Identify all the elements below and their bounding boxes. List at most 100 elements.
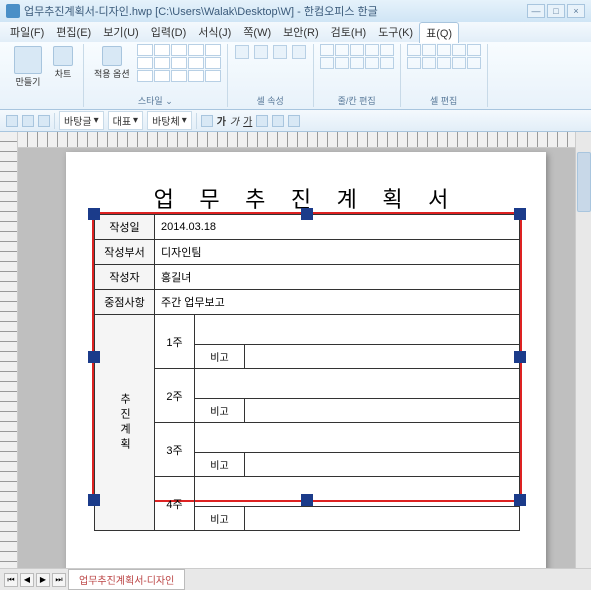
rowcol-btn[interactable]	[335, 44, 349, 56]
celledit-btn[interactable]	[452, 57, 466, 69]
font-name-select[interactable]: 바탕체 ▾	[147, 111, 192, 130]
celledit-btn[interactable]	[407, 44, 421, 56]
row-author-label[interactable]: 작성자	[95, 265, 155, 290]
cell[interactable]	[245, 507, 520, 531]
rowcol-btn[interactable]	[365, 44, 379, 56]
menu-tools[interactable]: 도구(K)	[372, 22, 419, 42]
style-cell[interactable]	[137, 44, 153, 56]
resize-handle-bm[interactable]	[301, 494, 313, 506]
note-label[interactable]: 비고	[195, 345, 245, 369]
style-cell[interactable]	[205, 57, 221, 69]
style-cell[interactable]	[154, 44, 170, 56]
table-create-button[interactable]: 만들기	[10, 44, 46, 90]
style-cell[interactable]	[154, 70, 170, 82]
style-cell[interactable]	[188, 57, 204, 69]
style-apply-button[interactable]: 적용 옵션	[90, 44, 134, 82]
cell-prop-button[interactable]	[292, 45, 306, 59]
menu-review[interactable]: 검토(H)	[325, 22, 373, 42]
scrollbar-thumb[interactable]	[577, 152, 591, 212]
menu-page[interactable]: 쪽(W)	[237, 22, 277, 42]
celledit-btn[interactable]	[452, 44, 466, 56]
tab-nav-prev[interactable]: ◀	[20, 573, 34, 587]
cell-prop-button[interactable]	[254, 45, 268, 59]
cell[interactable]	[195, 477, 520, 507]
resize-handle-br[interactable]	[514, 494, 526, 506]
menu-input[interactable]: 입력(D)	[145, 22, 193, 42]
rowcol-btn[interactable]	[320, 44, 334, 56]
rowcol-btn[interactable]	[350, 44, 364, 56]
week-4[interactable]: 4주	[155, 477, 195, 531]
cell[interactable]	[245, 399, 520, 423]
resize-handle-tl[interactable]	[88, 208, 100, 220]
cell[interactable]	[195, 369, 520, 399]
celledit-btn[interactable]	[422, 57, 436, 69]
celledit-btn[interactable]	[407, 57, 421, 69]
resize-handle-tm[interactable]	[301, 208, 313, 220]
week-3[interactable]: 3주	[155, 423, 195, 477]
rowcol-btn[interactable]	[350, 57, 364, 69]
resize-handle-bl[interactable]	[88, 494, 100, 506]
row-dept-label[interactable]: 작성부서	[95, 240, 155, 265]
table-style-gallery[interactable]	[137, 44, 221, 82]
row-focus-value[interactable]: 주간 업무보고	[155, 290, 520, 315]
row-date-value[interactable]: 2014.03.18	[155, 215, 520, 240]
row-author-value[interactable]: 홍길녀	[155, 265, 520, 290]
style-cell[interactable]	[137, 57, 153, 69]
document-tab[interactable]: 업무추진계획서-디자인	[68, 569, 185, 590]
tb-icon[interactable]	[22, 115, 34, 127]
menu-table[interactable]: 표(Q)	[419, 22, 459, 43]
week-1[interactable]: 1주	[155, 315, 195, 369]
style-cell[interactable]	[205, 44, 221, 56]
tb-icon[interactable]	[256, 115, 268, 127]
menu-edit[interactable]: 편집(E)	[50, 22, 97, 42]
celledit-btn[interactable]	[467, 57, 481, 69]
tb-icon[interactable]	[38, 115, 50, 127]
note-label[interactable]: 비고	[195, 399, 245, 423]
resize-handle-tr[interactable]	[514, 208, 526, 220]
para-style-select[interactable]: 바탕글 ▾	[59, 111, 104, 130]
close-button[interactable]: ×	[567, 4, 585, 18]
celledit-btn[interactable]	[437, 57, 451, 69]
cell[interactable]	[195, 315, 520, 345]
style-cell[interactable]	[137, 70, 153, 82]
note-label[interactable]: 비고	[195, 453, 245, 477]
cell[interactable]	[195, 423, 520, 453]
style-cell[interactable]	[154, 57, 170, 69]
maximize-button[interactable]: □	[547, 4, 565, 18]
table-selection[interactable]: 작성일2014.03.18 작성부서디자인팀 작성자홍길녀 중점사항주간 업무보…	[92, 212, 522, 502]
style-cell[interactable]	[188, 44, 204, 56]
chart-button[interactable]: 차트	[49, 44, 77, 82]
tab-nav-last[interactable]: ⏭	[52, 573, 66, 587]
rowcol-btn[interactable]	[380, 44, 394, 56]
tb-icon[interactable]	[6, 115, 18, 127]
vertical-ruler[interactable]	[0, 132, 18, 568]
style-cell[interactable]	[205, 70, 221, 82]
minimize-button[interactable]: —	[527, 4, 545, 18]
canvas[interactable]: 업 무 추 진 계 획 서 작성일2014.03.18 작성부서디자인팀 작성자…	[18, 132, 575, 568]
celledit-btn[interactable]	[437, 44, 451, 56]
font-family-select[interactable]: 대표 ▾	[108, 111, 143, 130]
row-date-label[interactable]: 작성일	[95, 215, 155, 240]
cell-prop-button[interactable]	[273, 45, 287, 59]
menu-security[interactable]: 보안(R)	[277, 22, 325, 42]
celledit-btn[interactable]	[467, 44, 481, 56]
horizontal-ruler[interactable]	[18, 132, 575, 148]
bold-label[interactable]: 가	[217, 113, 226, 128]
cell-prop-button[interactable]	[235, 45, 249, 59]
rowcol-btn[interactable]	[335, 57, 349, 69]
note-label[interactable]: 비고	[195, 507, 245, 531]
tb-icon[interactable]	[288, 115, 300, 127]
style-cell[interactable]	[171, 57, 187, 69]
resize-handle-mr[interactable]	[514, 351, 526, 363]
resize-handle-ml[interactable]	[88, 351, 100, 363]
document-page[interactable]: 업 무 추 진 계 획 서 작성일2014.03.18 작성부서디자인팀 작성자…	[66, 152, 546, 568]
week-2[interactable]: 2주	[155, 369, 195, 423]
menu-file[interactable]: 파일(F)	[4, 22, 50, 42]
cell[interactable]	[245, 453, 520, 477]
vertical-scrollbar[interactable]	[575, 132, 591, 568]
celledit-btn[interactable]	[422, 44, 436, 56]
rowcol-btn[interactable]	[380, 57, 394, 69]
underline-label[interactable]: 가	[243, 113, 252, 128]
plan-table[interactable]: 작성일2014.03.18 작성부서디자인팀 작성자홍길녀 중점사항주간 업무보…	[94, 214, 520, 531]
cell[interactable]	[245, 345, 520, 369]
